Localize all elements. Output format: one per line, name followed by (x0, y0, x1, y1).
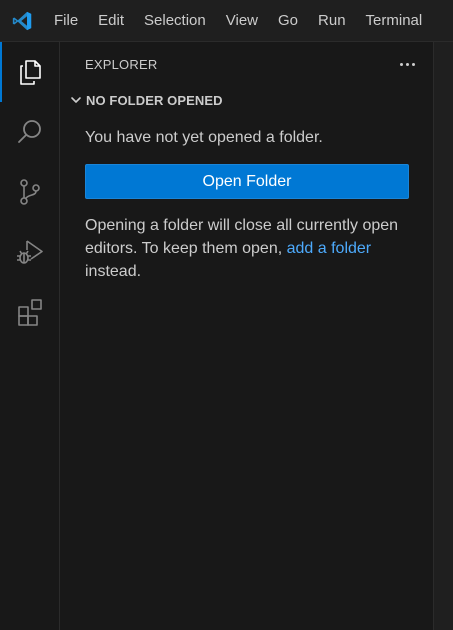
menu-terminal[interactable]: Terminal (356, 0, 433, 42)
activity-run-debug[interactable] (0, 222, 60, 282)
add-folder-link[interactable]: add a folder (287, 240, 372, 257)
menu-run[interactable]: Run (308, 0, 356, 42)
section-header-no-folder[interactable]: NO FOLDER OPENED (60, 86, 433, 114)
activity-bar (0, 42, 60, 630)
explorer-icon (20, 60, 41, 85)
menu-edit[interactable]: Edit (88, 0, 134, 42)
activity-search[interactable] (0, 102, 60, 162)
no-folder-message: You have not yet opened a folder. (85, 129, 323, 146)
explorer-sidebar: EXPLORER NO FOLDER OPENED You have not y… (60, 42, 433, 630)
menu-bar: File Edit Selection View Go Run Terminal (44, 0, 432, 42)
welcome-view: You have not yet opened a folder. Open F… (60, 126, 433, 283)
welcome-note-text-end: instead. (85, 263, 142, 280)
vscode-logo-icon[interactable] (0, 0, 44, 42)
menu-selection[interactable]: Selection (134, 0, 216, 42)
sidebar-title: EXPLORER (85, 56, 158, 72)
chevron-down-icon (66, 94, 86, 106)
more-actions-icon[interactable] (400, 62, 415, 66)
open-folder-button[interactable]: Open Folder (85, 164, 409, 199)
run-debug-icon (17, 240, 43, 264)
menu-view[interactable]: View (216, 0, 268, 42)
editor-area-edge (433, 42, 453, 630)
welcome-note: Opening a folder will close all currentl… (85, 214, 409, 283)
menu-go[interactable]: Go (268, 0, 308, 42)
title-bar: File Edit Selection View Go Run Terminal (0, 0, 453, 42)
activity-extensions[interactable] (0, 282, 60, 342)
menu-file[interactable]: File (44, 0, 88, 42)
sidebar-header: EXPLORER (60, 42, 433, 86)
extensions-icon (18, 299, 42, 326)
vscode-window: File Edit Selection View Go Run Terminal (0, 0, 453, 630)
activity-explorer[interactable] (0, 42, 60, 102)
section-title: NO FOLDER OPENED (86, 92, 223, 108)
activity-source-control[interactable] (0, 162, 60, 222)
source-control-icon (20, 179, 40, 205)
search-icon (18, 120, 41, 143)
